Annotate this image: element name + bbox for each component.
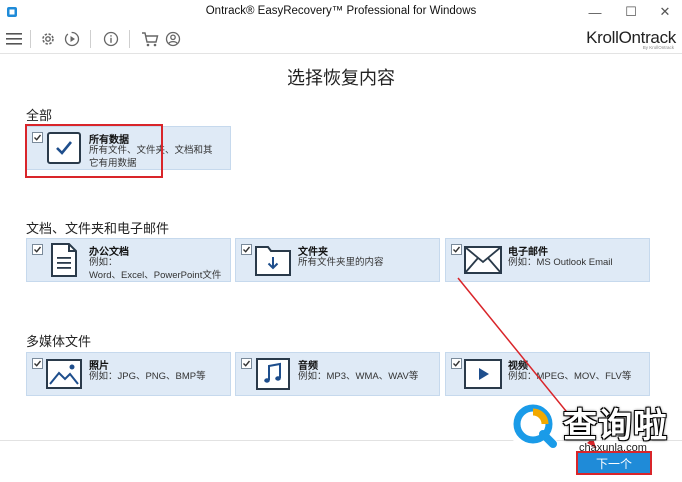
- watermark-url: chaxunla.com: [579, 442, 647, 454]
- search-magnifier-logo-icon: [509, 400, 561, 452]
- watermark: 查询啦 chaxunla.com: [505, 396, 682, 458]
- watermark-text: 查询啦: [563, 407, 668, 445]
